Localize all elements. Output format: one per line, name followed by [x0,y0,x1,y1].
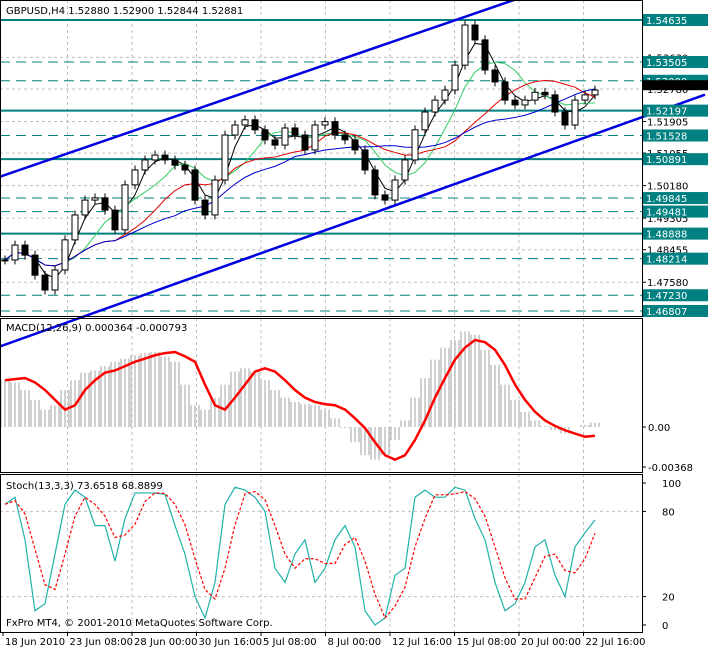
candle-bear [551,94,559,113]
candle-bull [431,99,439,113]
candle-bear [541,91,549,96]
level-price-label: 1.48888 [646,230,687,241]
x-tick-label: 15 Jul 08:00 [457,637,517,648]
candle-bull [131,169,139,186]
candle-bull [571,99,579,126]
candle-bear [471,24,479,41]
candle-bull [241,119,249,126]
candle-bear [491,69,499,83]
symbol-label: GBPUSD,H4 1.52880 1.52900 1.52844 1.5288… [6,6,243,17]
y-tick-label: 1.50180 [647,182,688,193]
candle-bear [301,134,309,151]
candle-bull [531,91,539,101]
candle-bear [291,127,299,136]
candle-bull [1,259,9,262]
candle-bear [271,139,279,146]
x-tick-label: 22 Jul 16:00 [586,637,646,648]
candle-bear [341,134,349,141]
candle-bear [201,199,209,216]
x-tick-label: 12 Jul 16:00 [392,637,452,648]
candle-bull [121,184,129,231]
macd-y-tick-label: -0.00368 [648,463,693,474]
copyright-label: FxPro MT4, © 2001-2010 MetaQuotes Softwa… [6,618,273,629]
candle-bull [461,24,469,66]
candle-bear [111,209,119,231]
candle-bull [61,239,69,271]
candle-bull [231,124,239,136]
candle-bull [91,197,99,201]
candle-bear [481,39,489,71]
candle-bear [381,194,389,201]
candle-bear [181,164,189,171]
candle-bull [441,89,449,101]
level-price-label: 1.49481 [646,208,687,219]
x-tick-label: 28 Jun 00:00 [134,637,198,648]
stoch-y-tick-label: 80 [662,507,675,518]
candle-bull [421,111,429,131]
candle-bull [451,64,459,91]
candle-bear [31,254,39,276]
candle-bear [161,154,169,161]
candle-bear [371,169,379,196]
candle-bull [11,244,19,261]
stoch-y-tick-label: 0 [662,621,668,632]
chart-svg[interactable]: 18 Jun 2010 23 Jun 08:00 28 Jun 00:00 30 Ju… [0,0,708,648]
candle-bull [221,134,229,181]
candle-bull [411,129,419,161]
candle-bear [561,111,569,126]
level-price-label: 1.54635 [646,16,687,27]
candle-bull [71,214,79,241]
candle-bull [51,269,59,291]
level-price-label: 1.53505 [646,58,687,69]
candle-bull [391,179,399,201]
x-tick-label: 30 Jun 16:00 [199,637,263,648]
level-price-label: 1.52197 [646,107,687,118]
candle-bull [211,179,219,216]
candle-bear [331,121,339,136]
level-price-label: 1.47230 [646,291,687,302]
candle-bull [581,94,589,101]
level-price-label: 1.49845 [646,194,687,205]
candle-bear [41,274,49,291]
candle-bull [521,99,529,106]
y-tick-label: 1.51905 [647,117,688,128]
candle-bear [501,81,509,101]
candle-bear [511,99,519,106]
candle-bear [191,169,199,201]
candle-bear [251,119,259,131]
candle-bear [261,129,269,141]
level-price-label: 1.46807 [646,307,687,318]
candle-bull [321,121,329,126]
candle-bear [351,139,359,151]
current-price-tag [643,80,708,91]
level-price-label: 1.48214 [646,255,687,266]
candle-bull [281,127,289,146]
macd-y-tick-label: 0.00 [648,423,670,434]
stoch-y-tick-label: 20 [662,593,675,604]
x-tick-label: 18 Jun 2010 [5,637,65,648]
candle-bear [171,159,179,166]
y-tick-label: 1.47580 [647,278,688,289]
candle-bull [311,124,319,151]
candle-bear [361,149,369,171]
x-tick-label: 20 Jul 00:00 [521,637,581,648]
candle-bull [591,89,599,96]
stoch-label: Stoch(13,3,3) 73.6518 68.8899 [6,481,163,492]
candle-bull [401,159,409,181]
macd-label: MACD(12,26,9) 0.000364 -0.000793 [6,323,187,334]
level-price-label: 1.51528 [646,131,687,142]
candle-bull [151,154,159,161]
candle-bear [21,244,29,256]
candle-bull [81,199,89,216]
x-tick-label: 5 Jul 08:00 [263,637,317,648]
x-tick-label: 23 Jun 08:00 [70,637,134,648]
stoch-y-tick-label: 100 [662,479,681,490]
chart-window: 18 Jun 2010 23 Jun 08:00 28 Jun 00:00 30 Ju… [0,0,708,648]
candle-bull [141,159,149,171]
x-tick-label: 8 Jul 00:00 [328,637,382,648]
level-price-label: 1.50891 [646,155,687,166]
candle-bear [101,197,109,211]
